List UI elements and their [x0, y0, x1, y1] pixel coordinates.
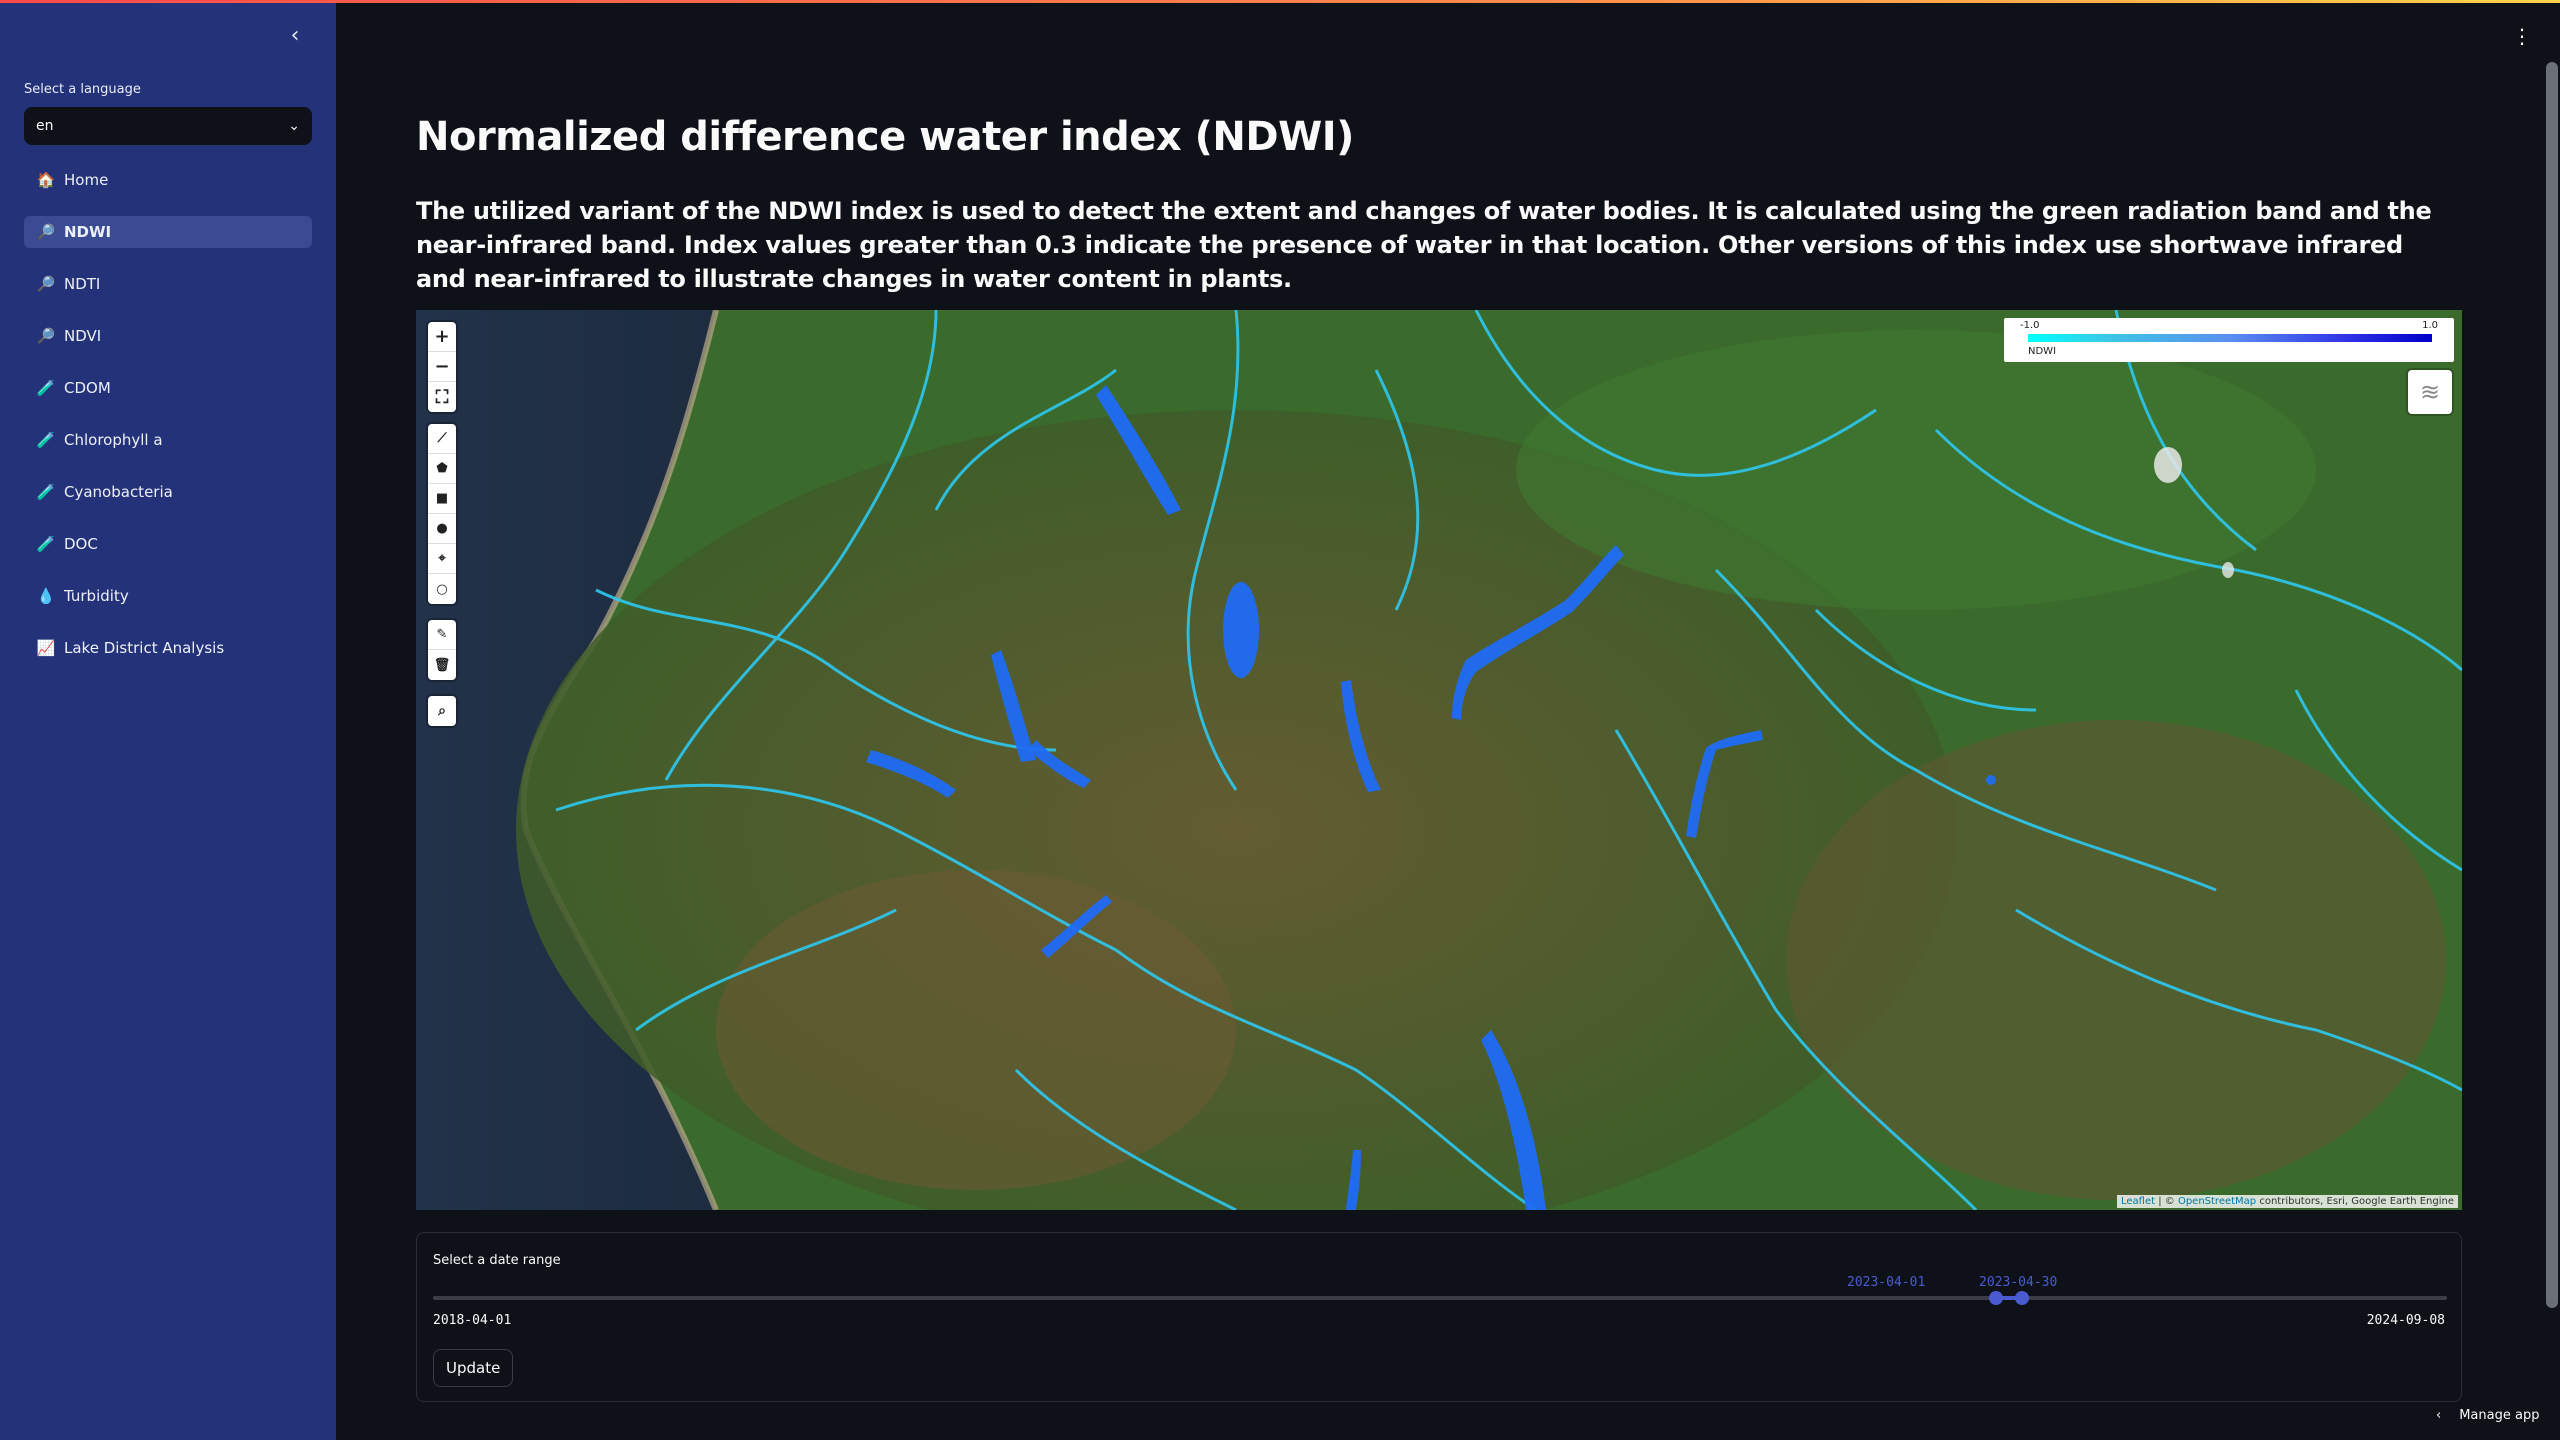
zoom-out-button[interactable]: − — [428, 352, 456, 382]
start-date-label: 2023-04-01 — [1847, 1275, 1926, 1290]
sidebar-nav: 🏠 Home 🔎 NDWI 🔎 NDTI 🔎 NDVI 🧪 CDOM 🧪 Chl… — [24, 164, 312, 684]
sidebar-item-ndwi[interactable]: 🔎 NDWI — [24, 216, 312, 248]
attribution-rest: contributors, Esri, Google Earth Engine — [2256, 1196, 2454, 1207]
date-range-panel: Select a date range 2023-04-01 2023-04-3… — [416, 1232, 2462, 1402]
fullscreen-button[interactable]: ⛶ — [428, 382, 456, 412]
magnifier-icon: 🔎 — [36, 275, 56, 293]
edit-layers-icon[interactable]: ✎ — [428, 620, 456, 650]
house-icon: 🏠 — [36, 171, 56, 189]
chevron-down-icon: ⌄ — [288, 118, 300, 134]
sidebar-item-label: Turbidity — [64, 587, 129, 605]
draw-polyline-icon[interactable]: ⟋ — [428, 424, 456, 454]
zoom-control: + − ⛶ — [428, 322, 456, 412]
sidebar-item-label: Lake District Analysis — [64, 639, 225, 657]
sidebar-item-label: Home — [64, 171, 109, 189]
sidebar-item-label: NDTI — [64, 275, 101, 293]
language-select[interactable]: en ⌄ — [24, 107, 312, 145]
sidebar-item-doc[interactable]: 🧪 DOC — [24, 528, 312, 560]
language-value: en — [36, 118, 54, 134]
sidebar-item-ndti[interactable]: 🔎 NDTI — [24, 268, 312, 300]
date-slider-track[interactable] — [433, 1296, 2447, 1300]
date-range-label: Select a date range — [433, 1253, 561, 1268]
attribution-sep: | © — [2155, 1196, 2178, 1207]
search-control: ⌕ — [428, 696, 456, 726]
update-button[interactable]: Update — [433, 1349, 514, 1387]
sidebar-item-label: Chlorophyll a — [64, 431, 163, 449]
zoom-in-button[interactable]: + — [428, 322, 456, 352]
sidebar-item-chlorophyll-a[interactable]: 🧪 Chlorophyll a — [24, 424, 312, 456]
magnifier-icon: 🔎 — [36, 223, 56, 241]
main-menu-kebab-icon[interactable]: ⋮ — [2512, 24, 2532, 48]
language-label: Select a language — [24, 82, 141, 97]
draw-circle-icon[interactable]: ● — [428, 514, 456, 544]
test-tube-icon: 🧪 — [36, 535, 56, 553]
draw-toolbar: ⟋ ⬟ ■ ● ⌖ ○ — [428, 424, 456, 604]
magnifier-icon: 🔎 — [36, 327, 56, 345]
manage-app-button[interactable]: ‹ Manage app — [2436, 1408, 2539, 1423]
start-date-handle[interactable] — [1989, 1291, 2003, 1305]
legend-max: 1.0 — [2422, 320, 2438, 331]
collapse-sidebar-button[interactable]: ‹ — [283, 24, 307, 48]
draw-circlemarker-icon[interactable]: ○ — [428, 574, 456, 604]
draw-polygon-icon[interactable]: ⬟ — [428, 454, 456, 484]
end-date-handle[interactable] — [2015, 1291, 2029, 1305]
page-title: Normalized difference water index (NDWI) — [416, 114, 1354, 160]
sidebar-item-label: Cyanobacteria — [64, 483, 173, 501]
sidebar-item-ndvi[interactable]: 🔎 NDVI — [24, 320, 312, 352]
sidebar-item-label: NDWI — [64, 223, 112, 241]
sidebar-item-cyanobacteria[interactable]: 🧪 Cyanobacteria — [24, 476, 312, 508]
sidebar-item-label: CDOM — [64, 379, 111, 397]
sidebar-item-home[interactable]: 🏠 Home — [24, 164, 312, 196]
edit-toolbar: ✎ 🗑 — [428, 620, 456, 680]
sidebar-item-label: DOC — [64, 535, 98, 553]
sidebar-item-cdom[interactable]: 🧪 CDOM — [24, 372, 312, 404]
legend-name: NDWI — [2028, 346, 2057, 357]
end-date-label: 2023-04-30 — [1979, 1275, 2058, 1290]
page-scrollbar[interactable] — [2546, 62, 2558, 1308]
delete-layers-icon[interactable]: 🗑 — [428, 650, 456, 680]
map-imagery — [416, 310, 2462, 1210]
test-tube-icon: 🧪 — [36, 379, 56, 397]
test-tube-icon: 🧪 — [36, 483, 56, 501]
top-decoration-bar — [0, 0, 2560, 3]
sidebar-item-lake-district-analysis[interactable]: 📈 Lake District Analysis — [24, 632, 312, 664]
droplet-icon: 💧 — [36, 587, 56, 605]
layers-icon[interactable]: ≋ — [2408, 370, 2452, 414]
page-description: The utilized variant of the NDWI index i… — [416, 197, 2432, 293]
range-max-label: 2024-09-08 — [2366, 1313, 2445, 1328]
ndwi-legend: -1.0 1.0 NDWI — [2004, 318, 2454, 362]
sidebar-item-label: NDVI — [64, 327, 102, 345]
sidebar: ‹ Select a language en ⌄ 🏠 Home 🔎 NDWI 🔎… — [0, 0, 336, 1440]
draw-rectangle-icon[interactable]: ■ — [428, 484, 456, 514]
legend-min: -1.0 — [2020, 320, 2040, 331]
leaflet-link[interactable]: Leaflet — [2121, 1196, 2155, 1207]
test-tube-icon: 🧪 — [36, 431, 56, 449]
draw-marker-icon[interactable]: ⌖ — [428, 544, 456, 574]
sidebar-item-turbidity[interactable]: 💧 Turbidity — [24, 580, 312, 612]
search-icon[interactable]: ⌕ — [428, 696, 456, 726]
chart-icon: 📈 — [36, 639, 56, 657]
osm-link[interactable]: OpenStreetMap — [2178, 1196, 2256, 1207]
chevron-left-icon: ‹ — [2436, 1408, 2442, 1423]
satellite-map[interactable]: + − ⛶ ⟋ ⬟ ■ ● ⌖ ○ ✎ 🗑 ⌕ -1.0 1.0 NDWI ≋ … — [416, 310, 2462, 1210]
legend-color-bar — [2028, 334, 2432, 342]
range-min-label: 2018-04-01 — [433, 1313, 512, 1328]
map-attribution: Leaflet | © OpenStreetMap contributors, … — [2116, 1195, 2458, 1208]
manage-app-label: Manage app — [2459, 1408, 2540, 1423]
